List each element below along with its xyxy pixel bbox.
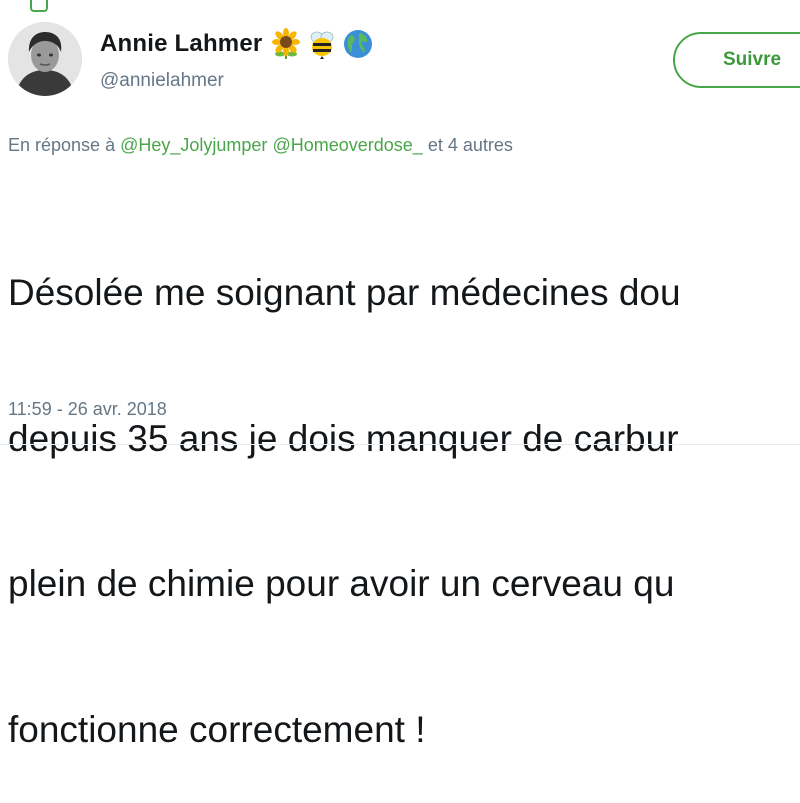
tweet-text-line: plein de chimie pour avoir un cerveau qu [8, 563, 675, 604]
author-name-row: Annie Lahmer [100, 28, 374, 60]
avatar-photo [8, 22, 82, 96]
reply-others-link[interactable]: et 4 autres [428, 135, 513, 155]
reply-mention-link[interactable]: @Homeoverdose_ [272, 135, 422, 155]
author-emojis [270, 28, 374, 60]
tweet-timestamp[interactable]: 11:59 - 26 avr. 2018 [8, 399, 167, 420]
top-edge-decoration [30, 0, 48, 12]
author-handle[interactable]: @annielahmer [100, 70, 224, 92]
tweet-text-line: fonctionne correctement ! [8, 708, 426, 750]
divider [0, 444, 800, 445]
reply-prefix: En réponse à [8, 135, 116, 155]
globe-icon [344, 30, 373, 58]
author-display-name[interactable]: Annie Lahmer [100, 30, 262, 58]
reply-context: En réponse à @Hey_Jolyjumper @Homeoverdo… [8, 135, 513, 156]
bee-icon [311, 31, 334, 59]
sunflower-icon [272, 28, 301, 59]
avatar[interactable] [8, 22, 82, 96]
follow-button[interactable]: Suivre [673, 32, 800, 88]
reply-mention-link[interactable]: @Hey_Jolyjumper [120, 135, 267, 155]
tweet-text-line: Désolée me soignant par médecines dou [8, 272, 681, 313]
tweet-text: Désolée me soignant par médecines dou de… [8, 172, 800, 803]
tweet-text-line: depuis 35 ans je dois manquer de carbur [8, 417, 679, 459]
